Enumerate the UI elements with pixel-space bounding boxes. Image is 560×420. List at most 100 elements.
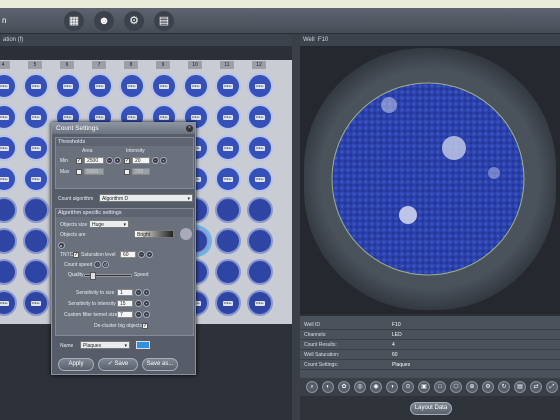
plate-well[interactable]: WELL <box>119 73 145 99</box>
refresh-icon[interactable]: ↻ <box>498 381 510 393</box>
plate-well[interactable]: WELL <box>215 166 241 192</box>
plate-well[interactable]: WELL <box>23 166 49 192</box>
max-intensity-input[interactable]: 255 <box>132 168 150 175</box>
plate-well[interactable] <box>247 197 273 223</box>
splitter[interactable] <box>292 34 300 420</box>
plate-well[interactable]: WELL <box>23 135 49 161</box>
plate-well[interactable]: WELL <box>87 73 113 99</box>
plate-well[interactable]: WELL <box>0 166 17 192</box>
min-area-decrement-icon[interactable]: − <box>106 157 113 164</box>
min-area-checkbox[interactable]: ✓ <box>76 158 82 164</box>
view-icon[interactable]: ◉ <box>370 381 382 393</box>
filter-icon[interactable]: ◐ <box>322 381 334 393</box>
sens-intensity-input[interactable]: 15 <box>117 300 133 307</box>
saturation-decrement-icon[interactable]: − <box>138 251 145 258</box>
plate-well[interactable]: WELL <box>247 73 273 99</box>
plate-icon[interactable]: ▦ <box>64 11 84 31</box>
gear-icon[interactable]: ⚙ <box>124 11 144 31</box>
plate-well[interactable] <box>215 259 241 285</box>
plate-well[interactable]: WELL <box>183 73 209 99</box>
book-icon[interactable]: ▤ <box>154 11 174 31</box>
sens-int-decrement-icon[interactable]: − <box>135 300 142 307</box>
zoom-icon[interactable]: ⌕ <box>306 381 318 393</box>
export-icon[interactable]: ⬡ <box>450 381 462 393</box>
plate-well[interactable]: WELL <box>0 73 17 99</box>
speed-info-icon[interactable]: ? <box>94 261 101 268</box>
print-icon[interactable]: ▤ <box>514 381 526 393</box>
plate-well[interactable]: WELL <box>215 104 241 130</box>
name-select[interactable]: Plaques ▾ <box>80 341 130 349</box>
layer-icon[interactable]: ◎ <box>354 381 366 393</box>
people-icon[interactable]: ☻ <box>94 11 114 31</box>
sens-int-increment-icon[interactable]: + <box>143 300 150 307</box>
min-int-decrement-icon[interactable]: − <box>152 157 159 164</box>
tntc-checkbox[interactable]: ✓ <box>73 252 79 258</box>
speed-slider[interactable] <box>84 272 132 280</box>
plate-well[interactable] <box>0 197 17 223</box>
saturation-input[interactable]: 60 <box>120 251 136 258</box>
count-algorithm-select[interactable]: Algorithm D ▾ <box>99 194 193 202</box>
color-swatch[interactable] <box>136 341 150 349</box>
contrast-icon[interactable] <box>180 228 192 240</box>
apply-button[interactable]: Apply <box>58 358 94 371</box>
plate-well[interactable]: WELL <box>247 166 273 192</box>
plate-well[interactable]: WELL <box>151 73 177 99</box>
plate-well[interactable] <box>247 259 273 285</box>
plate-well[interactable]: WELL <box>215 135 241 161</box>
close-icon[interactable]: × <box>186 125 193 132</box>
plate-well[interactable] <box>0 259 17 285</box>
plate-well[interactable]: WELL <box>247 135 273 161</box>
plate-well[interactable]: WELL <box>0 135 17 161</box>
share-icon[interactable]: ⇄ <box>530 381 542 393</box>
max-intensity-checkbox[interactable] <box>124 169 130 175</box>
decluster-checkbox[interactable]: ✓ <box>142 323 148 329</box>
plate-well[interactable] <box>215 197 241 223</box>
sens-size-increment-icon[interactable]: + <box>143 289 150 296</box>
filter-decrement-icon[interactable]: − <box>135 311 142 318</box>
plate-well[interactable] <box>215 228 241 254</box>
compare-icon[interactable]: ⊕ <box>466 381 478 393</box>
plate-well[interactable]: WELL <box>215 73 241 99</box>
plate-well[interactable] <box>23 228 49 254</box>
max-area-checkbox[interactable] <box>76 169 82 175</box>
measure-icon[interactable]: ⊙ <box>402 381 414 393</box>
max-area-input[interactable]: 5000 <box>84 168 104 175</box>
min-int-increment-icon[interactable]: + <box>160 157 167 164</box>
min-intensity-checkbox[interactable]: ✓ <box>124 158 130 164</box>
min-area-input[interactable]: 2500 <box>84 157 104 164</box>
plate-well[interactable]: WELL <box>247 104 273 130</box>
objects-size-select[interactable]: Huge ▾ <box>89 220 129 228</box>
palette-icon[interactable]: ✿ <box>338 381 350 393</box>
settings-icon[interactable]: ⚙ <box>482 381 494 393</box>
min-area-increment-icon[interactable]: + <box>114 157 121 164</box>
min-intensity-input[interactable]: 20 <box>132 157 150 164</box>
select-icon[interactable]: □ <box>434 381 446 393</box>
saturation-increment-icon[interactable]: + <box>146 251 153 258</box>
plate-well[interactable] <box>0 228 17 254</box>
plate-well[interactable]: WELL <box>55 73 81 99</box>
plate-well[interactable]: WELL <box>0 290 17 316</box>
save-button[interactable]: ✓ Save <box>98 358 138 371</box>
sens-size-input[interactable]: 1 <box>117 289 133 296</box>
custom-filter-input[interactable]: 7 <box>117 311 133 318</box>
adjust-icon[interactable]: ◑ <box>386 381 398 393</box>
plate-well[interactable] <box>23 259 49 285</box>
well-image[interactable] <box>304 48 556 310</box>
plate-well[interactable]: WELL <box>247 290 273 316</box>
plate-well[interactable]: WELL <box>23 104 49 130</box>
objects-are-select[interactable]: Bright <box>134 230 174 238</box>
sens-size-decrement-icon[interactable]: − <box>135 289 142 296</box>
plate-well[interactable]: WELL <box>215 290 241 316</box>
speed-reset-icon[interactable]: ↺ <box>102 261 109 268</box>
slider-knob[interactable] <box>90 272 96 280</box>
save-as-button[interactable]: Save as... <box>142 358 178 371</box>
grid-icon[interactable]: ▣ <box>418 381 430 393</box>
plate-well[interactable]: WELL <box>23 290 49 316</box>
layout-data-button[interactable]: Layout Data <box>410 402 452 415</box>
plate-well[interactable]: WELL <box>23 73 49 99</box>
filter-increment-icon[interactable]: + <box>143 311 150 318</box>
expand-icon[interactable]: ▸ <box>58 242 65 249</box>
plate-well[interactable] <box>23 197 49 223</box>
fullscreen-icon[interactable]: ⤢ <box>546 381 558 393</box>
plate-well[interactable]: WELL <box>0 104 17 130</box>
